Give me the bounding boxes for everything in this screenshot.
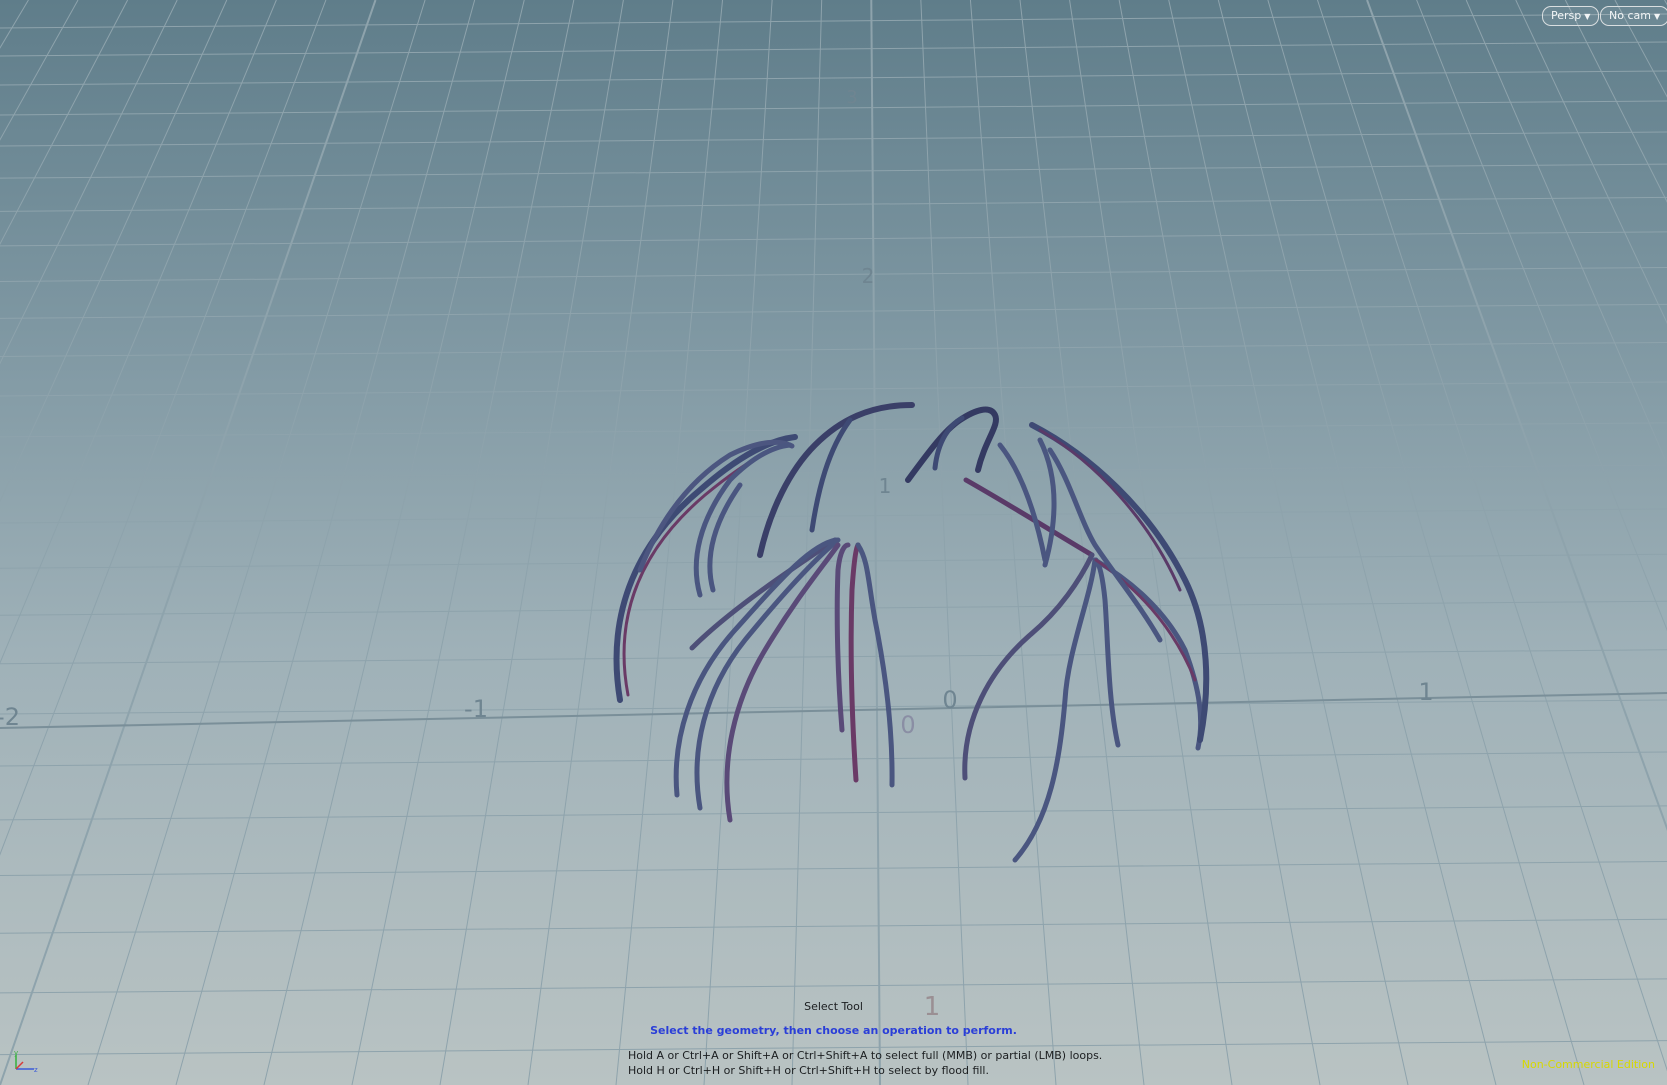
- grid-label-2: 2: [862, 264, 875, 288]
- curve[interactable]: [834, 542, 851, 733]
- grid-axis-line: [0, 692, 1667, 729]
- grid-line: [1366, 0, 1667, 832]
- grid-line: [0, 266, 1667, 282]
- grid-line: [615, 0, 724, 1085]
- grid-line: [1465, 0, 1667, 466]
- grid-line: [0, 0, 327, 856]
- grid-line: [0, 978, 1667, 994]
- camera-menu[interactable]: No cam ▼: [1600, 6, 1667, 26]
- axes-gizmo-icon: y z: [14, 1049, 38, 1073]
- grid-label-0-x: 0: [942, 686, 957, 714]
- hud-instruction: Select the geometry, then choose an oper…: [650, 1024, 1017, 1037]
- grid-line: [0, 341, 1667, 357]
- camera-menu-label: No cam: [1609, 9, 1651, 22]
- grid-line: [0, 699, 1667, 715]
- grid-line: [0, 918, 1667, 934]
- hud-hint-loops: Hold A or Ctrl+A or Shift+A or Ctrl+Shif…: [628, 1049, 1103, 1062]
- grid-line: [439, 0, 624, 1085]
- 3d-viewport[interactable]: 3 2 1 0 -1 -2 1 0 1: [0, 0, 1667, 1085]
- grid-line: [0, 861, 1667, 877]
- curve[interactable]: [848, 542, 861, 783]
- grid-line: [87, 0, 426, 1085]
- grid-line: [920, 0, 969, 1085]
- grid-line: [0, 381, 1667, 397]
- curve[interactable]: [689, 537, 838, 651]
- grid-line: [1564, 0, 1667, 203]
- axis-y-label: y: [14, 1049, 18, 1057]
- hud-hints: Hold A or Ctrl+A or Shift+A or Ctrl+Shif…: [628, 1048, 1102, 1078]
- curve[interactable]: [1093, 557, 1121, 748]
- grid-line: [0, 163, 1667, 179]
- curve[interactable]: [905, 406, 999, 483]
- grid-label-1-depth: 1: [879, 474, 892, 498]
- grid-line: [0, 0, 79, 141]
- projection-menu[interactable]: Persp ▼: [1542, 6, 1600, 26]
- grid-line: [351, 0, 575, 1085]
- grid-line: [0, 13, 1667, 29]
- grid-line: [0, 649, 1667, 665]
- grid-line: [0, 231, 1667, 247]
- grid-line: [1118, 0, 1321, 1085]
- curve[interactable]: [1012, 557, 1098, 863]
- chevron-down-icon: ▼: [1653, 12, 1661, 21]
- grid-line: [263, 0, 525, 1085]
- grid-line: [0, 553, 1667, 569]
- grid-line: [0, 0, 29, 49]
- grid-line: [791, 0, 823, 1085]
- grid-line: [1515, 0, 1667, 325]
- grid-line: [1019, 0, 1145, 1085]
- curve[interactable]: [694, 537, 841, 811]
- projection-menu-label: Persp: [1551, 9, 1582, 22]
- grid-line: [0, 0, 178, 365]
- chevron-down-icon: ▼: [1584, 12, 1591, 21]
- grid-label-3: 3: [846, 87, 857, 108]
- grid-line: [1316, 0, 1667, 1072]
- grid-line: [0, 303, 1667, 319]
- grid-line: [0, 464, 1667, 480]
- scene-canvas[interactable]: 3 2 1 0 -1 -2 1 0 1: [0, 0, 1667, 1085]
- curve[interactable]: [962, 552, 1095, 781]
- curve[interactable]: [809, 417, 853, 533]
- edition-label: Non-Commercial Edition: [1521, 1058, 1655, 1071]
- hud-title: Select Tool: [804, 1000, 863, 1013]
- axis-z-label: z: [34, 1066, 38, 1073]
- grid-line: [0, 100, 1667, 116]
- grid-label-neg1: -1: [464, 695, 488, 723]
- curve[interactable]: [724, 542, 841, 823]
- grid-label-neg2: -2: [0, 703, 20, 731]
- grid-label-0-depth: 0: [900, 711, 915, 739]
- grid-line: [0, 751, 1667, 767]
- grid-line: [0, 600, 1667, 616]
- grid-line: [175, 0, 476, 1085]
- grid-line: [870, 0, 881, 1085]
- grid-line: [0, 0, 377, 1085]
- curve-geometry[interactable]: [613, 402, 1210, 863]
- grid-line: [0, 41, 1667, 57]
- grid-line: [0, 0, 129, 246]
- hud-hint-flood: Hold H or Ctrl+H or Shift+H or Ctrl+Shif…: [628, 1064, 989, 1077]
- grid-line: [1614, 0, 1667, 98]
- grid-label-1-x: 1: [1418, 678, 1433, 706]
- grid-line: [0, 0, 228, 503]
- grid-line: [0, 70, 1667, 86]
